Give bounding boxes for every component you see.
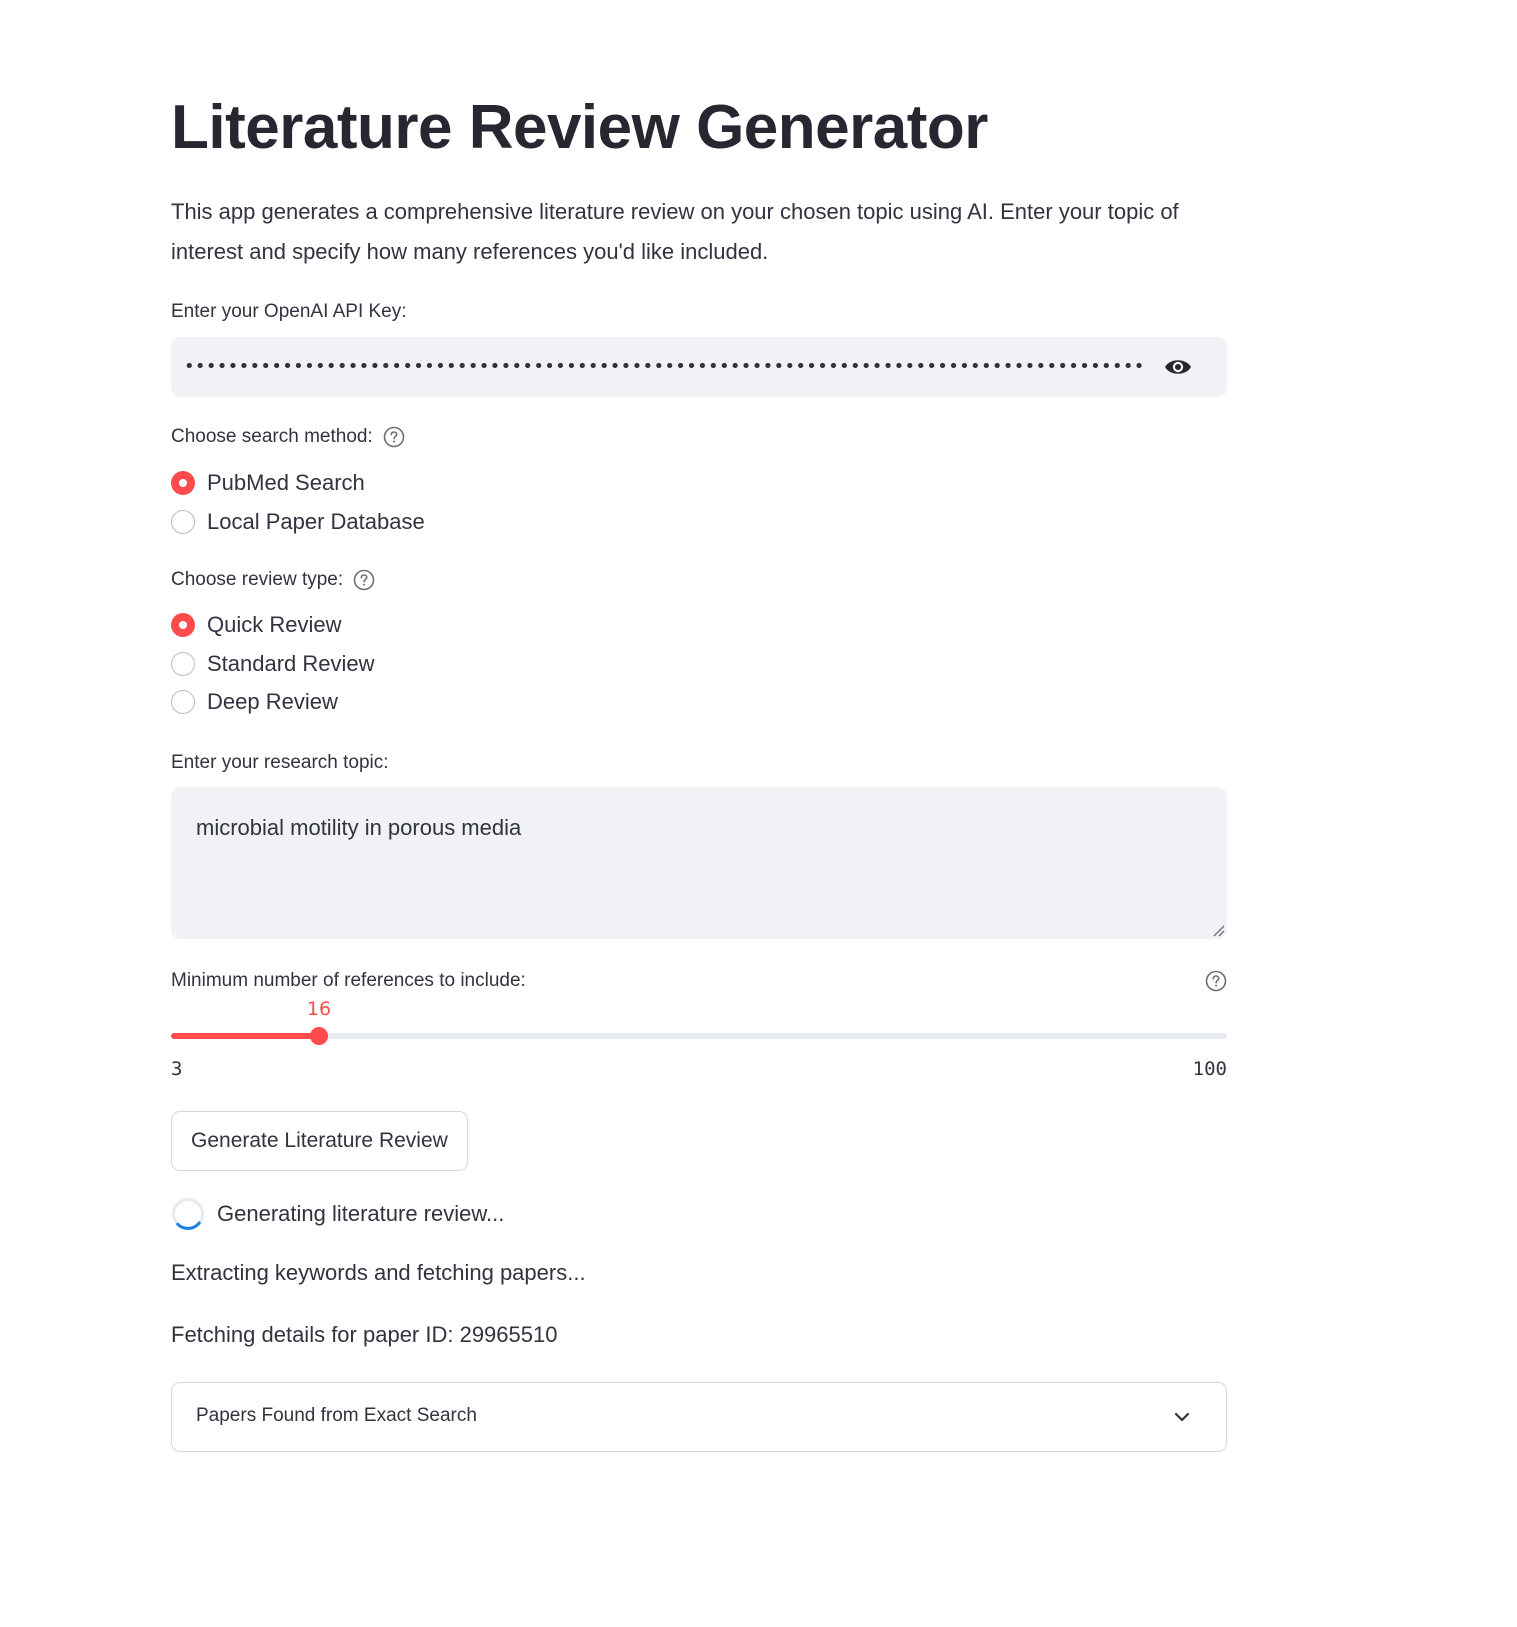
- references-slider-label-text: Minimum number of references to include:: [171, 970, 526, 991]
- chevron-down-icon[interactable]: [1172, 1407, 1192, 1427]
- api-key-input[interactable]: ••••••••••••••••••••••••••••••••••••••••…: [171, 337, 1227, 397]
- search-method-label-text: Choose search method:: [171, 426, 373, 447]
- page-description: This app generates a comprehensive liter…: [171, 199, 1179, 264]
- eye-icon[interactable]: [1163, 355, 1193, 379]
- help-circle-icon[interactable]: [353, 569, 375, 591]
- spinner-icon: [172, 1198, 204, 1230]
- review-type-label-text: Choose review type:: [171, 569, 344, 590]
- radio-option-local-paper-database[interactable]: Local Paper Database: [171, 509, 425, 535]
- papers-expander[interactable]: Papers Found from Exact Search: [171, 1382, 1227, 1452]
- topic-label: Enter your research topic:: [171, 752, 389, 774]
- radio-option-deep-review[interactable]: Deep Review: [171, 689, 338, 715]
- radio-option-label: Deep Review: [207, 689, 338, 714]
- page-title: Literature Review Generator: [171, 93, 988, 162]
- generate-review-button[interactable]: Generate Literature Review: [171, 1111, 468, 1171]
- radio-unselected-icon[interactable]: [171, 690, 195, 714]
- radio-option-pubmed-search[interactable]: PubMed Search: [171, 470, 365, 496]
- radio-option-label: Local Paper Database: [207, 509, 425, 534]
- radio-option-label: PubMed Search: [207, 470, 365, 495]
- help-circle-icon[interactable]: [383, 426, 405, 448]
- radio-option-label: Standard Review: [207, 651, 375, 676]
- radio-selected-icon[interactable]: [171, 471, 195, 495]
- help-circle-icon[interactable]: [1205, 970, 1227, 992]
- review-type-label: Choose review type:: [171, 569, 375, 591]
- topic-value: microbial motility in porous media: [196, 815, 522, 840]
- api-key-value: ••••••••••••••••••••••••••••••••••••••••…: [184, 356, 1147, 377]
- spinner-status: Generating literature review...: [171, 1197, 504, 1231]
- status-message: Fetching details for paper ID: 29965510: [171, 1322, 558, 1347]
- topic-label-text: Enter your research topic:: [171, 752, 389, 773]
- radio-unselected-icon[interactable]: [171, 652, 195, 676]
- radio-option-standard-review[interactable]: Standard Review: [171, 651, 375, 677]
- slider-max-label: 100: [1192, 1058, 1227, 1080]
- slider-current-value: 16: [306, 998, 332, 1020]
- api-key-label: Enter your OpenAI API Key:: [171, 301, 407, 323]
- references-slider-label: Minimum number of references to include:: [171, 970, 526, 992]
- resize-handle-icon[interactable]: [1211, 923, 1225, 937]
- topic-textarea[interactable]: microbial motility in porous media: [171, 787, 1227, 939]
- status-message: Extracting keywords and fetching papers.…: [171, 1260, 586, 1285]
- slider-track[interactable]: [171, 1027, 1227, 1045]
- slider-min-label: 3: [171, 1058, 183, 1080]
- radio-selected-icon[interactable]: [171, 613, 195, 637]
- radio-option-label: Quick Review: [207, 612, 342, 637]
- search-method-label: Choose search method:: [171, 426, 405, 448]
- api-key-label-text: Enter your OpenAI API Key:: [171, 301, 407, 322]
- slider-thumb[interactable]: [310, 1027, 328, 1045]
- radio-option-quick-review[interactable]: Quick Review: [171, 612, 341, 638]
- expander-label: Papers Found from Exact Search: [196, 1405, 477, 1426]
- radio-unselected-icon[interactable]: [171, 510, 195, 534]
- spinner-text: Generating literature review...: [217, 1201, 505, 1226]
- slider-fill: [171, 1033, 319, 1039]
